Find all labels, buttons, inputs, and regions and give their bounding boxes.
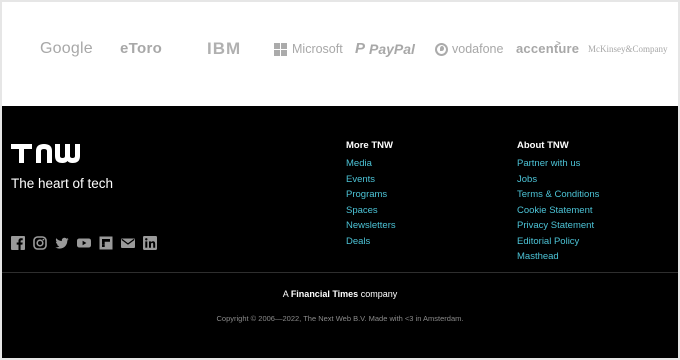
footer-divider xyxy=(2,272,678,273)
ft-prefix: A xyxy=(282,289,289,299)
ibm-logo: IBM xyxy=(207,39,242,58)
paypal-logo: P PayPal xyxy=(355,38,415,60)
vodafone-logo-text: vodafone xyxy=(452,42,504,56)
link-programs[interactable]: Programs xyxy=(346,187,396,203)
about-tnw-column: About TNW Partner with us Jobs Terms & C… xyxy=(517,138,599,265)
partner-logos-strip: Google eToro IBM Microsoft P PayPal voda… xyxy=(2,2,678,106)
ft-name-link[interactable]: Financial Times xyxy=(291,289,358,299)
link-newsletters[interactable]: Newsletters xyxy=(346,218,396,234)
ft-company-line: A Financial Times company xyxy=(2,289,678,299)
instagram-icon[interactable] xyxy=(33,236,47,250)
more-tnw-heading: More TNW xyxy=(346,140,393,151)
accenture-logo-text: accenture xyxy=(516,41,580,56)
microsoft-logo-text: Microsoft xyxy=(292,42,343,56)
accenture-logo: accenture > xyxy=(516,38,579,60)
more-tnw-column: More TNW Media Events Programs Spaces Ne… xyxy=(346,138,396,249)
etoro-logo-text: eToro xyxy=(120,40,163,57)
vodafone-mark-icon xyxy=(435,42,448,56)
google-logo: Google xyxy=(40,40,93,57)
linkedin-icon[interactable] xyxy=(143,236,157,250)
social-links xyxy=(11,236,157,250)
flipboard-icon[interactable] xyxy=(99,236,113,250)
link-privacy-statement[interactable]: Privacy Statement xyxy=(517,218,599,234)
link-events[interactable]: Events xyxy=(346,172,396,188)
link-media[interactable]: Media xyxy=(346,156,396,172)
facebook-icon[interactable] xyxy=(11,236,25,250)
link-editorial-policy[interactable]: Editorial Policy xyxy=(517,234,599,250)
microsoft-squares-icon xyxy=(274,42,287,56)
link-terms[interactable]: Terms & Conditions xyxy=(517,187,599,203)
footer-page: Google eToro IBM Microsoft P PayPal voda… xyxy=(2,2,678,358)
link-masthead[interactable]: Masthead xyxy=(517,249,599,265)
copyright-text: Copyright © 2006—2022, The Next Web B.V.… xyxy=(216,314,464,323)
paypal-logo-text: PayPal xyxy=(369,41,415,57)
accenture-mark-icon: > xyxy=(556,39,561,48)
link-spaces[interactable]: Spaces xyxy=(346,203,396,219)
tnw-logo-icon xyxy=(11,144,80,163)
vodafone-logo: vodafone xyxy=(435,38,503,60)
link-partner-with-us[interactable]: Partner with us xyxy=(517,156,599,172)
youtube-icon[interactable] xyxy=(77,236,91,250)
brand-tagline: The heart of tech xyxy=(11,176,114,191)
ft-suffix: company xyxy=(360,289,398,299)
twitter-icon[interactable] xyxy=(55,236,69,250)
email-icon[interactable] xyxy=(121,236,135,250)
link-deals[interactable]: Deals xyxy=(346,234,396,250)
etoro-logo: eToro xyxy=(120,38,162,60)
microsoft-logo: Microsoft xyxy=(274,38,343,60)
link-jobs[interactable]: Jobs xyxy=(517,172,599,188)
mckinsey-logo: McKinsey&Company xyxy=(588,44,668,54)
link-cookie-statement[interactable]: Cookie Statement xyxy=(517,203,599,219)
paypal-mark-icon: P xyxy=(355,40,366,57)
tnw-logo[interactable] xyxy=(11,142,101,165)
about-tnw-heading: About TNW xyxy=(517,140,569,151)
